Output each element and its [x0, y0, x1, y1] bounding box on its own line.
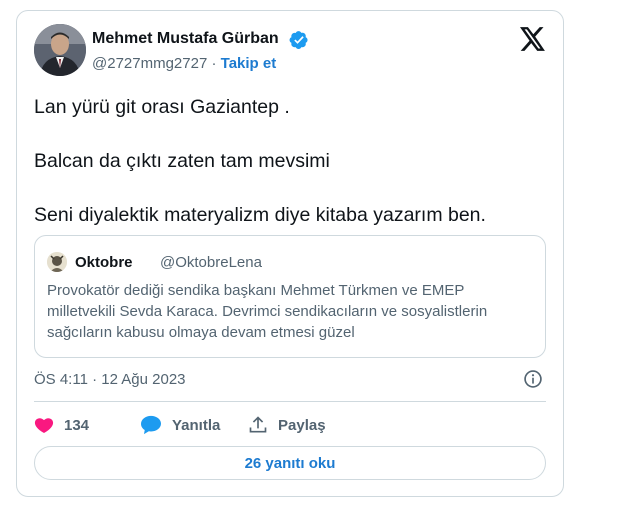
- quote-line: Provokatör dediği sendika başkanı Mehmet…: [47, 282, 465, 299]
- quote-avatar: [47, 252, 67, 272]
- author-avatar[interactable]: [34, 24, 86, 76]
- share-label: Paylaş: [278, 416, 326, 434]
- tweet-date: 12 Ağu 2023: [101, 371, 186, 388]
- quote-line: sağcıların kabusu olmaya devam etmesi gü…: [47, 324, 355, 341]
- like-count: 134: [64, 416, 90, 434]
- quote-author-handle: @OktobreLena: [160, 254, 262, 271]
- quote-line: milletvekili Sevda Karaca. Devrimci send…: [47, 303, 488, 320]
- tweet-card: Mehmet Mustafa Gürban @2727mmg2727 · Tak…: [16, 10, 564, 497]
- meta-separator: ·: [92, 371, 98, 388]
- info-icon[interactable]: [523, 369, 543, 389]
- author-photo-icon: [34, 24, 86, 76]
- author-handle[interactable]: @2727mmg2727: [92, 55, 207, 72]
- author-name[interactable]: Mehmet Mustafa Gürban: [92, 30, 279, 48]
- quoted-tweet[interactable]: Oktobre @OktobreLena Provokatör dediği s…: [34, 235, 546, 358]
- reply-button[interactable]: Yanıtla: [140, 415, 220, 435]
- share-icon: [249, 416, 267, 433]
- quote-author-name: Oktobre: [75, 254, 133, 271]
- tweet-line: Balcan da çıktı zaten tam mevsimi: [34, 150, 330, 172]
- quote-text: Provokatör dediği sendika başkanı Mehmet…: [47, 280, 537, 343]
- like-button[interactable]: 134: [34, 415, 89, 435]
- tweet-line: Seni diyalektik materyalizm diye kitaba …: [34, 204, 486, 226]
- author-handle-row: @2727mmg2727 · Takip et: [92, 55, 276, 72]
- heart-icon: [34, 418, 54, 433]
- tweet-time: ÖS 4:11: [34, 371, 88, 388]
- read-replies-button[interactable]: 26 yanıtı oku: [34, 446, 546, 480]
- share-button[interactable]: Paylaş: [248, 415, 326, 435]
- reply-bubble-icon: [141, 415, 161, 435]
- reply-label: Yanıtla: [172, 416, 221, 434]
- verified-badge-icon: [289, 31, 308, 49]
- tweet-line: Lan yürü git orası Gaziantep .: [34, 96, 290, 118]
- tweet-text: Lan yürü git orası Gaziantep . Balcan da…: [34, 94, 554, 229]
- divider: [34, 401, 546, 402]
- tweet-timestamp[interactable]: ÖS 4:11 · 12 Ağu 2023: [34, 371, 186, 388]
- quote-avatar-icon: [47, 252, 67, 272]
- x-logo-icon[interactable]: [520, 27, 546, 51]
- handle-separator: ·: [211, 55, 217, 72]
- follow-button[interactable]: Takip et: [221, 55, 277, 72]
